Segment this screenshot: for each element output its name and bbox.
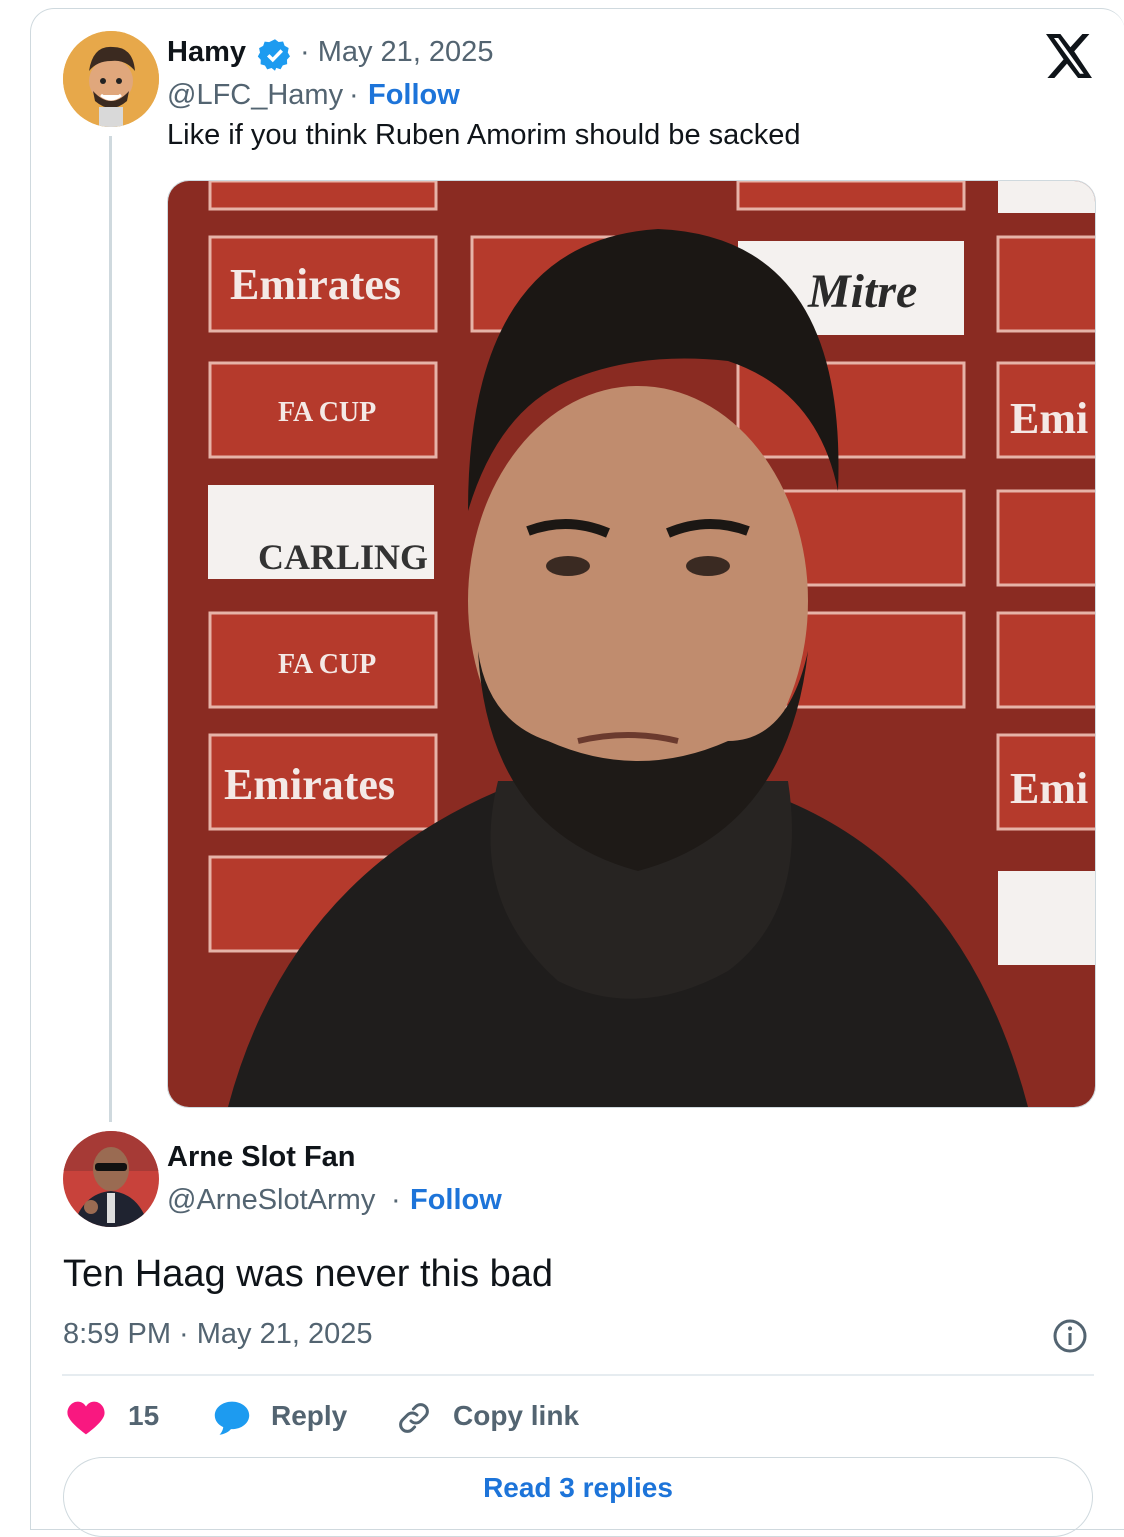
tweet-text: Like if you think Ruben Amorim should be…: [167, 119, 801, 151]
svg-text:Emi: Emi: [1010, 394, 1088, 443]
tweet-author-name[interactable]: Hamy: [167, 36, 246, 69]
reply-author-name[interactable]: Arne Slot Fan: [167, 1141, 356, 1174]
read-replies-label: Read 3 replies: [483, 1472, 673, 1503]
tweet-media-image[interactable]: Emirates FA CUP FA CUP Emirates Emi Emi …: [167, 180, 1096, 1108]
read-replies-button[interactable]: Read 3 replies: [63, 1457, 1093, 1537]
link-icon: [399, 1403, 429, 1433]
svg-text:Mitre: Mitre: [807, 265, 917, 318]
reply-label: Reply: [271, 1400, 348, 1431]
svg-text:FA CUP: FA CUP: [278, 397, 376, 428]
heart-icon: [67, 1401, 105, 1435]
reply-text: Ten Haag was never this bad: [63, 1253, 554, 1295]
handle-separator: ·: [349, 79, 359, 111]
reply-bubble-icon: [214, 1401, 250, 1435]
copy-link-label: Copy link: [453, 1400, 580, 1431]
like-count: 15: [128, 1400, 160, 1431]
x-logo-icon[interactable]: [1046, 34, 1094, 78]
svg-text:CARLING: CARLING: [258, 537, 428, 577]
svg-text:Emirates: Emirates: [224, 760, 395, 809]
follow-hamy-button[interactable]: Follow: [368, 79, 460, 112]
hamy-avatar[interactable]: [63, 31, 159, 127]
reply-handle[interactable]: @ArneSlotArmy: [167, 1184, 375, 1217]
verified-badge-icon: [257, 39, 290, 71]
follow-arne-button[interactable]: Follow: [410, 1184, 502, 1217]
info-icon[interactable]: [1052, 1318, 1088, 1354]
arne-slot-fan-avatar[interactable]: [63, 1131, 159, 1227]
divider: [62, 1374, 1094, 1376]
reply-handle-separator: ·: [391, 1184, 401, 1216]
reply-timestamp[interactable]: 8:59 PM · May 21, 2025: [63, 1318, 373, 1351]
thread-connector-line: [109, 136, 112, 1122]
copy-link-button[interactable]: Copy link: [396, 1398, 586, 1438]
tweet-date[interactable]: · May 21, 2025: [300, 36, 493, 69]
tweet-handle[interactable]: @LFC_Hamy: [167, 79, 343, 112]
like-button[interactable]: 15: [66, 1398, 166, 1438]
svg-text:FA CUP: FA CUP: [278, 649, 376, 680]
reply-button[interactable]: Reply: [213, 1398, 353, 1438]
svg-text:Emi: Emi: [1010, 764, 1088, 813]
svg-text:Emirates: Emirates: [230, 260, 401, 309]
